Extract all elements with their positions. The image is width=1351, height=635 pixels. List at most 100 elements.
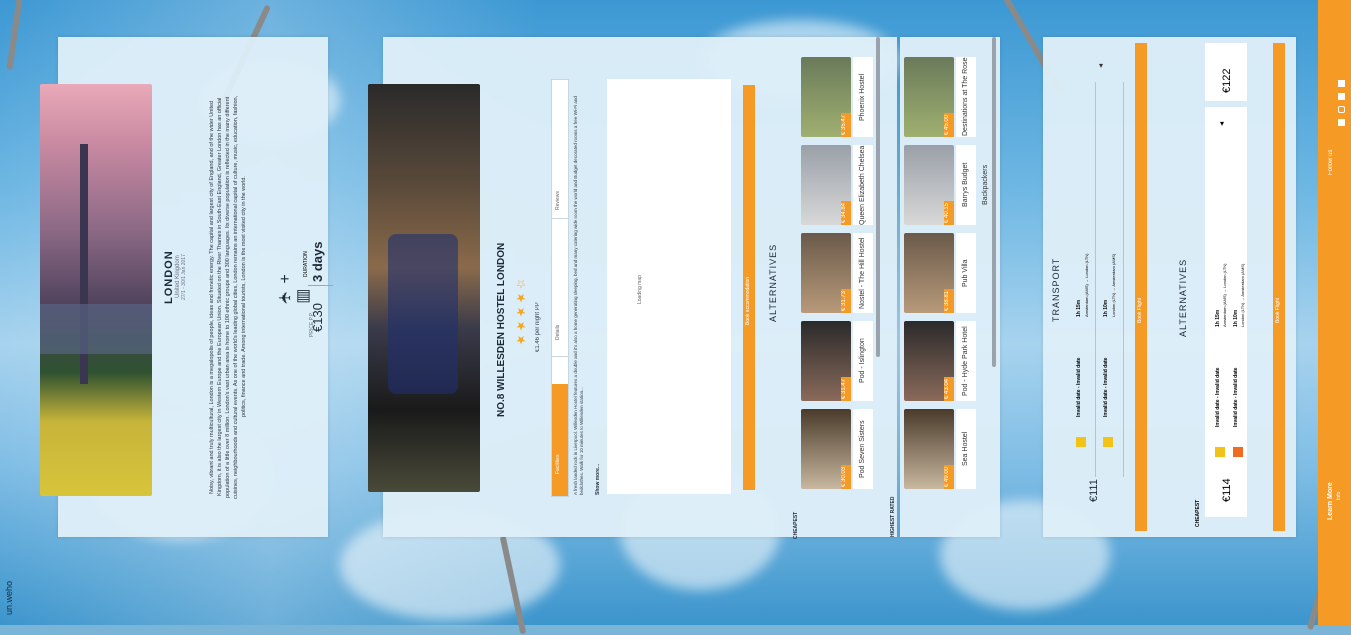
alternative-hostel-card[interactable]: € 34.84 Queen Elizabeth Chelsea xyxy=(801,145,873,225)
highest-rated-scrollbar[interactable] xyxy=(992,37,996,367)
alternative-hostel-price: € 31.47 xyxy=(841,377,851,401)
map-loading-text: Loading map xyxy=(637,275,643,304)
hostel-description: A fresh landed rock in Liverpool. Willes… xyxy=(573,96,584,495)
instagram-icon[interactable] xyxy=(1338,106,1345,113)
alt-outbound-date: Invalid date - Invalid date xyxy=(1215,367,1221,427)
alternative-hostel-name: Barrys Budget Backpackers xyxy=(956,145,989,225)
alternative-hostel-name: Pod - Hyde Park Hotel xyxy=(956,321,976,401)
outbound-date: Invalid date - Invalid date xyxy=(1076,357,1082,417)
alternative-hostel-price: € 43.04 xyxy=(944,377,954,401)
alternative-hostel-price: € 45.00 xyxy=(944,113,954,137)
tab-details[interactable]: Details xyxy=(555,270,561,340)
transport-alternatives-title: ALTERNATIVES xyxy=(1178,258,1188,337)
alt-price-b: €122 xyxy=(1221,68,1233,93)
alternative-hostel-price: € 31.73 xyxy=(841,289,851,313)
airline-logo xyxy=(1233,447,1243,457)
alternative-hostel-card[interactable]: € 30.03 Pod Seven Sisters xyxy=(801,409,873,489)
alt-return-date: Invalid date - Invalid date xyxy=(1233,367,1239,427)
hostel-image xyxy=(368,84,480,492)
alt-option-b[interactable]: €122 xyxy=(1205,43,1247,101)
trip-dates: 27/1 - 30/1 Jan 2017 xyxy=(181,254,187,300)
alt-option-a[interactable]: €114 Invalid date - Invalid date 1h 15m … xyxy=(1205,107,1247,517)
alt-book-flight-button[interactable]: Book Flight xyxy=(1273,43,1285,531)
alternative-hostel-name: Pod - Islington xyxy=(853,321,873,401)
alternative-hostel-price: € 30.03 xyxy=(841,465,851,489)
hostel-card: NO.8 WILLESDEN HOSTEL LONDON ★★★★☆ €1.46… xyxy=(368,37,897,539)
trip-duration: 3 days xyxy=(310,241,325,282)
alternative-hostel-card[interactable]: € 40.15 Barrys Budget Backpackers xyxy=(904,145,989,225)
learn-more-link[interactable]: Learn More xyxy=(1327,440,1334,520)
hostel-map[interactable]: Loading map xyxy=(607,79,731,494)
alternative-hostel-price: € 40.15 xyxy=(944,201,954,225)
alternative-hostel-name: Nostel - The Hill Hostel xyxy=(853,233,873,313)
cheapest-list: € 30.03 Pod Seven Sisters € 31.47 Pod - Isl… xyxy=(801,37,873,499)
highest-rated-label: HIGHEST RATED xyxy=(890,496,896,537)
transport-card: TRANSPORT €111 Invalid date - Invalid da… xyxy=(1043,37,1296,537)
pinterest-icon[interactable] xyxy=(1338,119,1345,126)
price-divider xyxy=(308,285,333,286)
trip-price: €130 xyxy=(310,303,325,332)
brand-logo[interactable]: un.weho xyxy=(4,565,14,615)
hostel-tabs: Facilities Details Reviews xyxy=(551,79,569,497)
return-duration: 1h 10m xyxy=(1103,299,1109,317)
alternative-hostel-price: € 49.00 xyxy=(944,465,954,489)
flight-divider xyxy=(1123,82,1124,477)
cheapest-scrollbar[interactable] xyxy=(876,37,880,357)
expand-chevron-icon[interactable]: ▾ xyxy=(1099,61,1103,70)
alternative-hostel-name: Pod Seven Sisters xyxy=(853,409,873,489)
alternative-hostel-price: € 34.84 xyxy=(841,201,851,225)
alternative-hostel-card[interactable]: € 43.04 Pod - Hyde Park Hotel xyxy=(904,321,976,401)
alternative-hostel-name: Sea Hostel xyxy=(956,409,976,489)
facebook-icon[interactable] xyxy=(1338,80,1345,87)
transport-title: TRANSPORT xyxy=(1051,257,1061,322)
alternative-hostel-card[interactable]: € 31.73 Nostel - The Hill Hostel xyxy=(801,233,873,313)
social-icons xyxy=(1338,80,1348,150)
highest-rated-list: € 49.00 Sea Hostel € 43.04 Pod - Hyde Park … xyxy=(904,37,989,497)
alternative-hostel-name: Queen Elizabeth Chelsea xyxy=(853,145,873,225)
expand-chevron-icon[interactable]: ▾ xyxy=(1220,119,1224,128)
cheapest-label: CHEAPEST xyxy=(793,511,799,539)
alt-price-a: €114 xyxy=(1221,478,1233,502)
book-accommodation-button[interactable]: Book accommodation xyxy=(743,85,755,490)
alt-return-duration: 1h 10m xyxy=(1233,309,1239,327)
transport-cheapest-label: CHEAPEST xyxy=(1195,499,1201,527)
tab-reviews[interactable]: Reviews xyxy=(555,140,561,210)
alternative-hostel-card[interactable]: € 38.81 Pub Villa xyxy=(904,233,976,313)
outbound-route: Amsterdam (AMS) → London (LTN) xyxy=(1084,253,1089,318)
airline-logo xyxy=(1215,447,1225,457)
hostel-name: NO.8 WILLESDEN HOSTEL LONDON xyxy=(496,242,507,417)
alternative-hostel-card[interactable]: € 31.47 Pod - Islington xyxy=(801,321,873,401)
destination-description: Noisy, vibrant and truly multicultural, … xyxy=(209,95,247,499)
alternative-hostel-name: Destinations at The Rose xyxy=(956,57,976,137)
footer: Learn More Info Follow us xyxy=(1318,0,1351,625)
tab-facilities[interactable]: Facilities xyxy=(555,404,561,474)
transport-price: €111 xyxy=(1088,479,1100,502)
return-date: Invalid date - Invalid date xyxy=(1103,357,1109,417)
duration-label: DURATION xyxy=(303,251,309,277)
show-more-link[interactable]: Show more... xyxy=(595,455,601,495)
return-route: London (LTN) → Amsterdam (AMS) xyxy=(1111,253,1116,317)
alternative-hostel-card[interactable]: € 45.00 Destinations at The Rose xyxy=(904,57,976,137)
book-flight-button[interactable]: Book Flight xyxy=(1135,43,1147,531)
alternative-hostel-card[interactable]: € 49.00 Sea Hostel xyxy=(904,409,976,489)
hostel-alternatives-title: ALTERNATIVES xyxy=(768,243,778,322)
flight-divider xyxy=(1095,82,1096,477)
hostel-price-pp: €1.46 per night PP xyxy=(535,302,541,352)
alt-outbound-duration: 1h 15m xyxy=(1215,309,1221,327)
destination-image xyxy=(40,84,152,496)
highest-rated-card: € 49.00 Sea Hostel € 43.04 Pod - Hyde Park … xyxy=(900,37,1000,537)
alt-return-route: London (LTN) → Amsterdam (AMS) xyxy=(1240,263,1245,327)
airline-logo xyxy=(1076,437,1086,447)
outbound-duration: 1h 15m xyxy=(1076,299,1082,317)
alternative-hostel-name: Phoenix Hostel xyxy=(853,57,873,137)
city-name: LONDON xyxy=(163,250,175,304)
airline-logo xyxy=(1103,437,1113,447)
rating-stars: ★★★★☆ xyxy=(514,277,528,347)
alternative-hostel-price: € 38.81 xyxy=(944,289,954,313)
alt-outbound-route: Amsterdam (AMS) → London (LTN) xyxy=(1222,263,1227,328)
destination-card: LONDON United Kingdom 27/1 - 30/1 Jan 20… xyxy=(40,37,333,537)
learn-more-sub: Info xyxy=(1336,491,1342,500)
follow-us-label: Follow us xyxy=(1328,149,1334,175)
alternative-hostel-card[interactable]: € 35.47 Phoenix Hostel xyxy=(801,57,873,137)
twitter-icon[interactable] xyxy=(1338,93,1345,100)
